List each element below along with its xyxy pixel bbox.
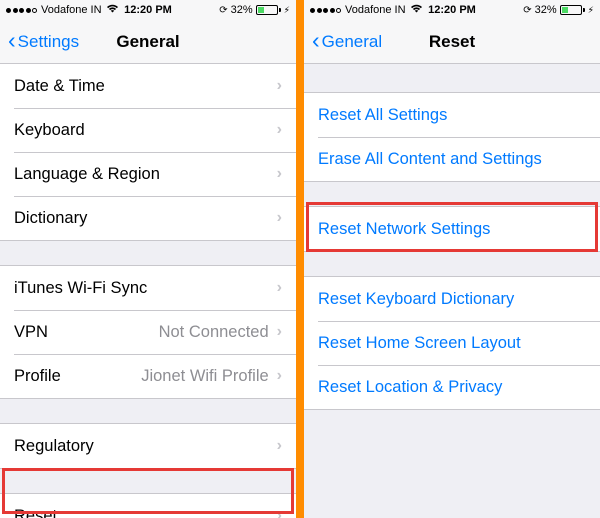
group-reset-other: Reset Keyboard Dictionary Reset Home Scr… [304, 276, 600, 410]
back-label: Settings [18, 32, 79, 52]
phone-general: Vodafone IN 12:20 PM ⟳ 32% ⚡︎ ‹ Settings… [0, 0, 296, 518]
group-reset: Reset› [0, 493, 296, 518]
battery-icon [560, 5, 585, 15]
status-time: 12:20 PM [304, 4, 600, 16]
status-bar: Vodafone IN 12:20 PM ⟳ 32% ⚡︎ [304, 0, 600, 20]
chevron-right-icon: › [277, 323, 282, 341]
content: Date & Time› Keyboard› Language & Region… [0, 64, 296, 518]
row-reset-all-settings[interactable]: Reset All Settings [304, 93, 600, 137]
nav-bar: ‹ General Reset [304, 20, 600, 64]
group-datetime: Date & Time› Keyboard› Language & Region… [0, 64, 296, 241]
chevron-right-icon: › [277, 77, 282, 95]
group-sync: iTunes Wi-Fi Sync› VPNNot Connected› Pro… [0, 265, 296, 399]
group-regulatory: Regulatory› [0, 423, 296, 469]
chevron-right-icon: › [277, 209, 282, 227]
chevron-left-icon: ‹ [8, 29, 16, 52]
row-reset-network[interactable]: Reset Network Settings [304, 207, 600, 251]
chevron-right-icon: › [277, 279, 282, 297]
back-label: General [322, 32, 382, 52]
row-erase-all[interactable]: Erase All Content and Settings [304, 137, 600, 181]
phone-reset: Vodafone IN 12:20 PM ⟳ 32% ⚡︎ ‹ General … [304, 0, 600, 518]
row-reset[interactable]: Reset› [0, 494, 296, 518]
row-language-region[interactable]: Language & Region› [0, 152, 296, 196]
row-itunes-wifi[interactable]: iTunes Wi-Fi Sync› [0, 266, 296, 310]
chevron-right-icon: › [277, 165, 282, 183]
row-profile[interactable]: ProfileJionet Wifi Profile› [0, 354, 296, 398]
group-reset-all: Reset All Settings Erase All Content and… [304, 92, 600, 182]
group-reset-network: Reset Network Settings [304, 206, 600, 252]
row-date-time[interactable]: Date & Time› [0, 64, 296, 108]
chevron-right-icon: › [277, 367, 282, 385]
status-bar: Vodafone IN 12:20 PM ⟳ 32% ⚡︎ [0, 0, 296, 20]
row-dictionary[interactable]: Dictionary› [0, 196, 296, 240]
back-button[interactable]: ‹ Settings [8, 31, 79, 52]
chevron-left-icon: ‹ [312, 29, 320, 52]
battery-icon [256, 5, 281, 15]
row-keyboard[interactable]: Keyboard› [0, 108, 296, 152]
row-reset-keyboard-dict[interactable]: Reset Keyboard Dictionary [304, 277, 600, 321]
row-vpn[interactable]: VPNNot Connected› [0, 310, 296, 354]
chevron-right-icon: › [277, 507, 282, 518]
back-button[interactable]: ‹ General [312, 31, 382, 52]
status-time: 12:20 PM [0, 4, 296, 16]
content: Reset All Settings Erase All Content and… [304, 64, 600, 518]
row-reset-location-privacy[interactable]: Reset Location & Privacy [304, 365, 600, 409]
row-regulatory[interactable]: Regulatory› [0, 424, 296, 468]
chevron-right-icon: › [277, 121, 282, 139]
nav-bar: ‹ Settings General [0, 20, 296, 64]
row-reset-home-screen[interactable]: Reset Home Screen Layout [304, 321, 600, 365]
chevron-right-icon: › [277, 437, 282, 455]
